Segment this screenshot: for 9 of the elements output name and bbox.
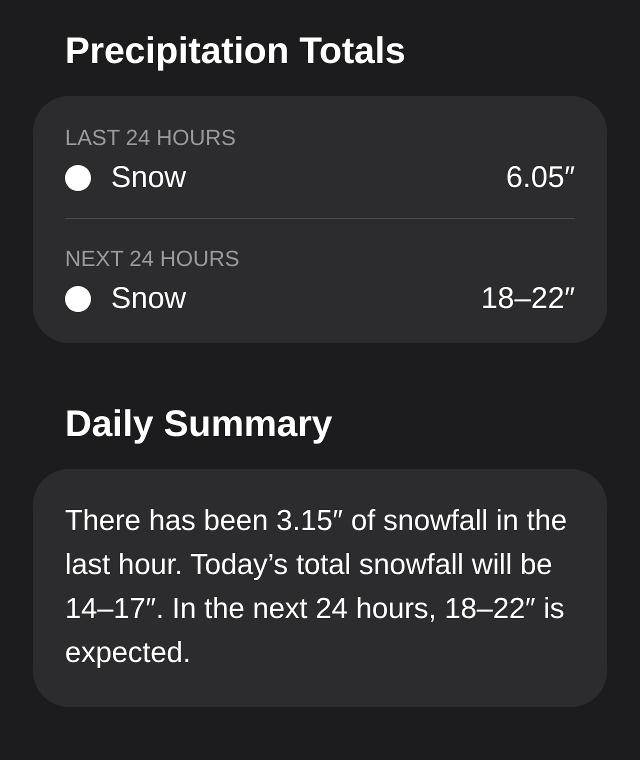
period-label: NEXT 24 HOURS — [65, 245, 240, 273]
section-title: Daily Summary — [64, 402, 334, 446]
precipitation-type: Snow — [111, 281, 186, 317]
section-title: Precipitation Totals — [64, 29, 407, 73]
precipitation-amount: 6.05″ — [506, 160, 575, 196]
precipitation-type: Snow — [111, 160, 186, 196]
summary-text: There has been 3.15″ of snowfall in the last hour. Today’s total snowfall will be 14–17″. In the next 24 hours, 18–22″ is expected. — [65, 504, 568, 671]
precipitation-amount: 18–22″ — [480, 281, 575, 317]
period-label: LAST 24 HOURS — [65, 124, 237, 152]
